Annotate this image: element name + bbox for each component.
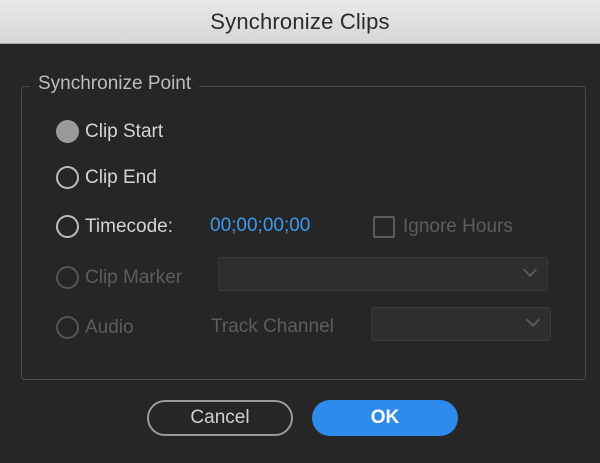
chevron-down-icon: [522, 262, 538, 278]
chevron-down-icon: [525, 312, 541, 328]
radio-row-clip-marker: Clip Marker: [56, 266, 182, 289]
radio-row-timecode[interactable]: Timecode:: [56, 215, 173, 238]
clip-marker-dropdown: [218, 257, 548, 291]
ignore-hours-checkbox-row: Ignore Hours: [373, 216, 513, 238]
ok-button[interactable]: OK: [312, 400, 458, 436]
ignore-hours-label: Ignore Hours: [403, 216, 513, 237]
radio-row-audio: Audio: [56, 316, 134, 339]
clip-start-label: Clip Start: [85, 120, 164, 142]
dialog-titlebar: Synchronize Clips: [0, 0, 600, 44]
track-channel-label: Track Channel: [211, 316, 334, 337]
clip-marker-radio: [56, 266, 79, 289]
cancel-button[interactable]: Cancel: [147, 400, 293, 436]
synchronize-point-legend: Synchronize Point: [30, 73, 200, 95]
timecode-radio[interactable]: [56, 215, 79, 238]
ignore-hours-checkbox: [373, 216, 395, 238]
clip-end-label: Clip End: [85, 166, 157, 188]
clip-marker-label: Clip Marker: [85, 266, 183, 288]
timecode-input[interactable]: 00;00;00;00: [210, 215, 310, 237]
timecode-label: Timecode:: [85, 215, 173, 237]
dialog-title: Synchronize Clips: [210, 8, 390, 34]
audio-label: Audio: [85, 316, 134, 338]
clip-end-radio[interactable]: [56, 166, 79, 189]
track-channel-dropdown: [371, 307, 551, 341]
audio-radio: [56, 316, 79, 339]
clip-start-radio[interactable]: [56, 120, 79, 143]
radio-row-clip-start[interactable]: Clip Start: [56, 120, 163, 143]
radio-row-clip-end[interactable]: Clip End: [56, 166, 157, 189]
